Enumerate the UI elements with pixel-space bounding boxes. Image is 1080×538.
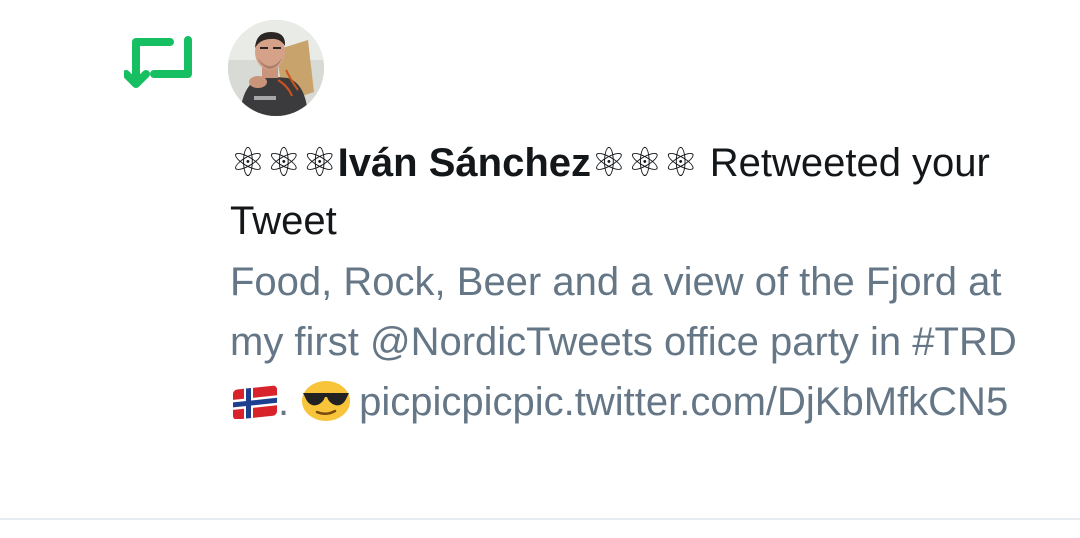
avatar-image [228, 20, 324, 116]
divider [0, 518, 1080, 520]
notification-headline: ⚛⚛⚛Iván Sánchez⚛⚛⚛ Retweeted your Tweet [230, 134, 1050, 250]
tweet-punctuation: . [278, 380, 290, 424]
retweet-icon [124, 36, 192, 88]
tweet-body: Food, Rock, Beer and a view of the Fjord… [230, 260, 1017, 364]
sunglasses-face-icon [302, 381, 351, 421]
retweet-notification[interactable]: ⚛⚛⚛Iván Sánchez⚛⚛⚛ Retweeted your Tweet … [0, 0, 1080, 518]
user-name[interactable]: ⚛⚛⚛Iván Sánchez⚛⚛⚛ [230, 141, 699, 185]
norway-flag-icon [233, 385, 277, 419]
tweet-text[interactable]: Food, Rock, Beer and a view of the Fjord… [230, 252, 1050, 432]
notification-content: ⚛⚛⚛Iván Sánchez⚛⚛⚛ Retweeted your Tweet … [230, 134, 1050, 432]
avatar[interactable] [228, 20, 324, 116]
tweet-link[interactable]: picpicpicpic.twitter.com/DjKbMfkCN5 [359, 380, 1008, 424]
